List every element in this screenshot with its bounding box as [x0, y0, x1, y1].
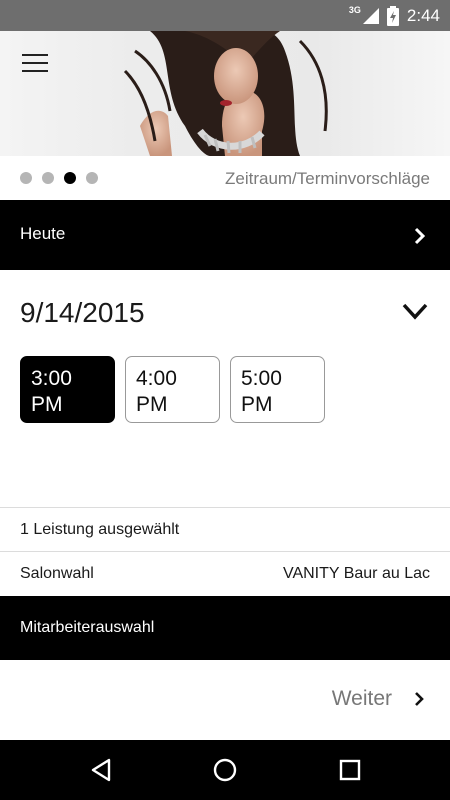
next-label: Weiter: [331, 687, 392, 710]
system-nav-bar: [0, 740, 450, 800]
date-selector[interactable]: 9/14/2015: [0, 285, 450, 340]
status-bar: 3G 2:44: [0, 0, 450, 31]
chevron-right-icon: [415, 692, 424, 706]
hero-photo: [123, 31, 328, 156]
signal-icon: [362, 7, 379, 24]
hero-image: [0, 31, 450, 156]
today-button[interactable]: Heute: [0, 200, 450, 270]
staff-label: Mitarbeiterauswahl: [20, 619, 155, 636]
step-indicator: Zeitraum/Terminvorschläge: [0, 156, 450, 200]
time-slot-list: 3:00 PM 4:00 PM 5:00 PM: [20, 356, 325, 423]
pager-dot-active[interactable]: [64, 172, 76, 184]
battery-icon: [386, 5, 399, 26]
network-type-label: 3G: [348, 4, 361, 15]
pager-dot[interactable]: [42, 172, 54, 184]
recents-square-icon[interactable]: [337, 757, 363, 783]
time-slot-time: 3:00: [31, 367, 72, 390]
status-time: 2:44: [406, 5, 440, 25]
time-slot-period: PM: [241, 393, 273, 416]
status-icons: 3G 2:44: [349, 0, 440, 31]
time-slot[interactable]: 3:00 PM: [20, 356, 115, 423]
time-slot-period: PM: [136, 393, 168, 416]
staff-selection-button[interactable]: Mitarbeiterauswahl: [0, 596, 450, 660]
footer-actions: Weiter: [0, 660, 450, 740]
salon-value: VANITY Baur au Lac: [282, 565, 430, 582]
step-title: Zeitraum/Terminvorschläge: [224, 169, 430, 188]
salon-label: Salonwahl: [20, 565, 94, 582]
hamburger-menu-icon: [22, 54, 48, 72]
salon-row[interactable]: Salonwahl VANITY Baur au Lac: [0, 552, 450, 596]
chevron-down-icon[interactable]: [402, 302, 428, 320]
home-circle-icon[interactable]: [212, 757, 238, 783]
time-slot-time: 4:00: [136, 367, 177, 390]
chevron-right-icon: [414, 227, 426, 245]
next-button[interactable]: Weiter: [332, 687, 424, 711]
pager-dot[interactable]: [20, 172, 32, 184]
selected-date: 9/14/2015: [20, 297, 145, 328]
today-label: Heute: [20, 224, 66, 243]
services-row[interactable]: 1 Leistung ausgewählt: [0, 508, 450, 552]
time-slot[interactable]: 5:00 PM: [230, 356, 325, 423]
time-slot-time: 5:00: [241, 367, 282, 390]
time-slot[interactable]: 4:00 PM: [125, 356, 220, 423]
services-label: 1 Leistung ausgewählt: [20, 521, 180, 538]
menu-button[interactable]: [22, 54, 48, 76]
back-triangle-icon[interactable]: [88, 757, 114, 783]
pager-dots: [20, 172, 98, 184]
pager-dot[interactable]: [86, 172, 98, 184]
time-slot-period: PM: [31, 393, 63, 416]
